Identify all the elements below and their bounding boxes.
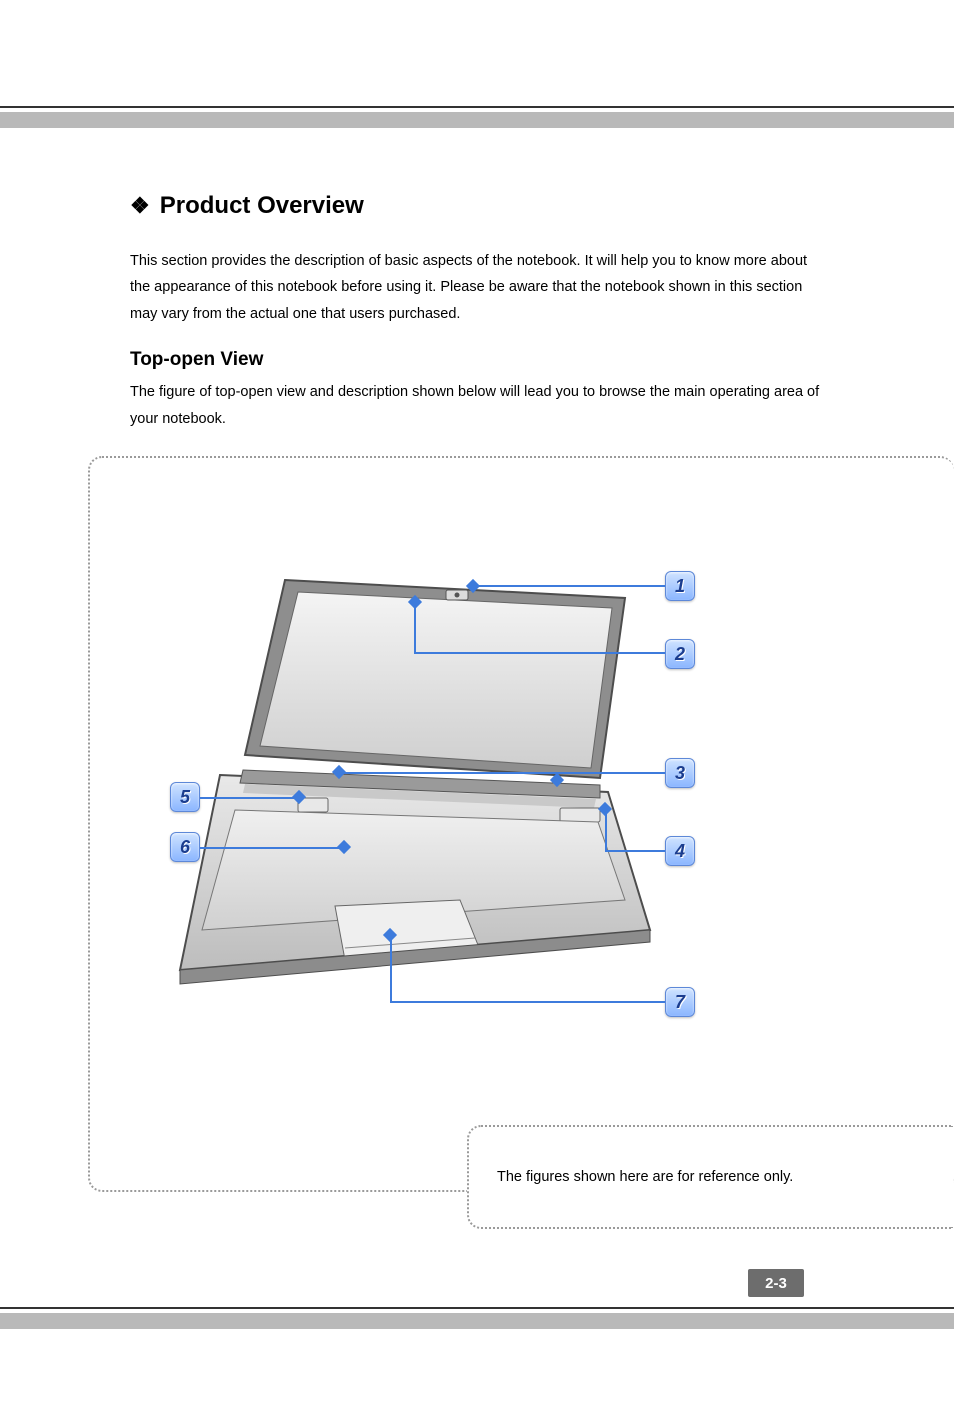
page-title: ❖ Product Overview xyxy=(130,192,830,220)
callout-1: 1 xyxy=(665,571,695,601)
subintro-paragraph: The figure of top-open view and descript… xyxy=(130,379,830,432)
callout-4-label: 4 xyxy=(675,841,685,862)
leader-5 xyxy=(200,797,300,799)
top-rule xyxy=(0,106,954,108)
callout-3: 3 xyxy=(665,758,695,788)
leader-7b xyxy=(390,1001,665,1003)
page-number: 2-3 xyxy=(748,1269,804,1297)
callout-4: 4 xyxy=(665,836,695,866)
bottom-band xyxy=(0,1313,954,1329)
bottom-rule xyxy=(0,1307,954,1309)
section-subtitle: Top-open View xyxy=(130,349,830,371)
callout-7-label: 7 xyxy=(675,992,685,1013)
intro-paragraph: This section provides the description of… xyxy=(130,248,830,327)
callout-1-label: 1 xyxy=(675,576,685,597)
callout-5: 5 xyxy=(170,782,200,812)
leader-4b xyxy=(605,850,665,852)
figure-caption-box: The figures shown here are for reference… xyxy=(467,1125,953,1229)
leader-2b xyxy=(414,652,665,654)
laptop-illustration xyxy=(150,570,670,990)
leader-6 xyxy=(200,847,345,849)
page-number-text: 2-3 xyxy=(765,1275,787,1292)
leader-4a xyxy=(605,810,607,850)
leader-2a xyxy=(414,602,416,654)
top-band xyxy=(0,112,954,128)
page-title-text: Product Overview xyxy=(160,192,364,220)
leader-7a xyxy=(390,935,392,1001)
leader-3 xyxy=(340,772,665,774)
bullet-fleuron-icon: ❖ xyxy=(130,195,150,217)
callout-5-label: 5 xyxy=(180,787,190,808)
callout-6: 6 xyxy=(170,832,200,862)
callout-7: 7 xyxy=(665,987,695,1017)
figure-caption-text: The figures shown here are for reference… xyxy=(497,1169,793,1185)
callout-2-label: 2 xyxy=(675,644,685,665)
leader-1 xyxy=(476,585,665,587)
callout-2: 2 xyxy=(665,639,695,669)
callout-6-label: 6 xyxy=(180,837,190,858)
callout-3-label: 3 xyxy=(675,763,685,784)
